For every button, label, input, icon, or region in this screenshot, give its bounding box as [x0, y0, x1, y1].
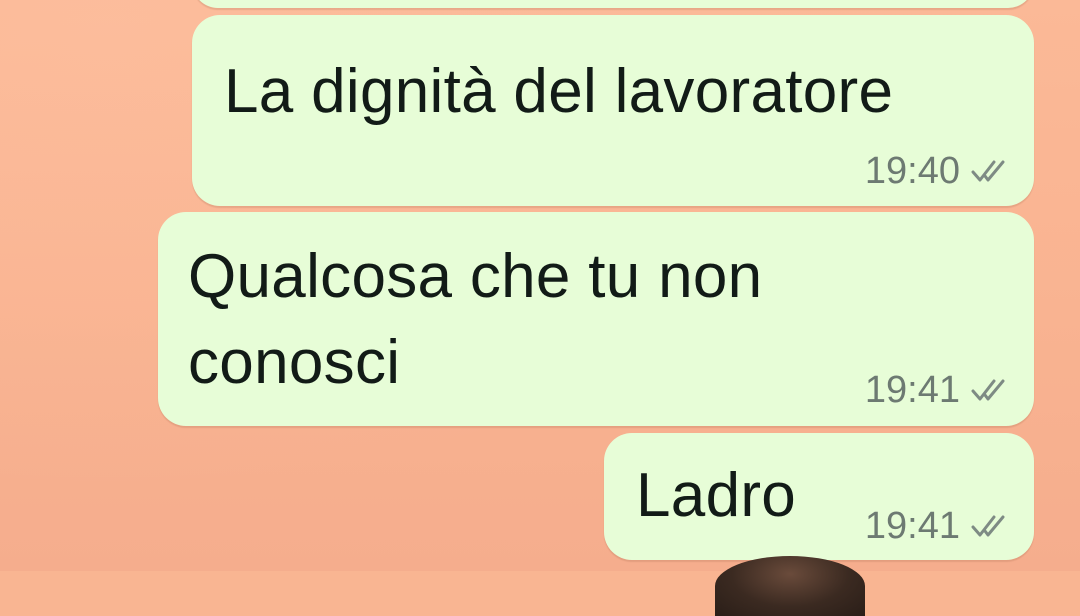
- double-check-icon: [970, 377, 1010, 403]
- message-meta: 19:41: [865, 370, 1010, 410]
- outgoing-message-bubble[interactable]: Ladro 19:41: [604, 433, 1034, 560]
- message-time: 19:41: [864, 369, 960, 411]
- message-text: Ladro: [636, 461, 797, 530]
- message-meta: 19:40: [865, 151, 1010, 191]
- message-meta: 19:41: [865, 506, 1010, 546]
- outgoing-message-bubble[interactable]: La dignità del lavoratore 19:40: [192, 15, 1034, 206]
- message-text-line-2: conosci: [188, 328, 401, 397]
- message-text: La dignità del lavoratore: [224, 57, 894, 126]
- message-time: 19:41: [864, 505, 960, 547]
- message-text-line-1: Qualcosa che tu non: [188, 242, 763, 311]
- outgoing-message-bubble[interactable]: Qualcosa che tu non conosci 19:41: [158, 212, 1034, 426]
- avatar: [715, 556, 865, 616]
- double-check-icon: [970, 158, 1010, 184]
- previous-message-bubble[interactable]: [192, 0, 1034, 8]
- message-time: 19:40: [864, 150, 960, 192]
- double-check-icon: [970, 513, 1010, 539]
